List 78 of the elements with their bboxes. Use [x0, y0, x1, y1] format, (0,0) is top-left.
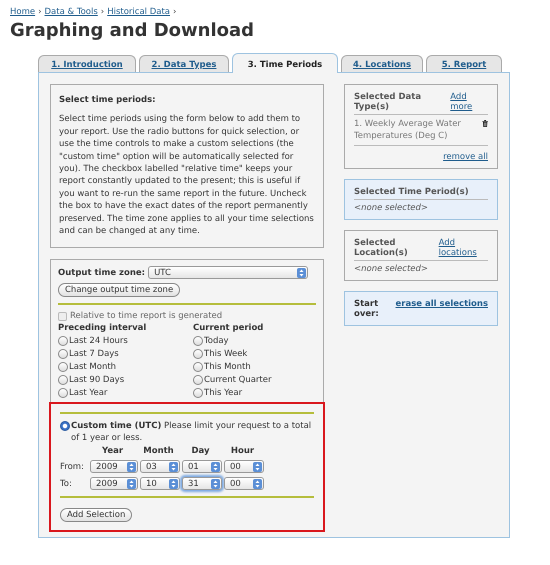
column-heading: Preceding interval — [58, 323, 148, 334]
radio-label: This Month — [204, 362, 251, 372]
select-field[interactable]: 10 — [140, 477, 180, 490]
radio-label: Last Year — [69, 388, 108, 398]
column-heading: Year — [100, 446, 124, 456]
column-heading: Current period — [193, 323, 264, 334]
section-heading: Select time periods: — [59, 94, 157, 106]
tab[interactable]: 5. Report — [426, 55, 502, 72]
radio-button[interactable] — [193, 336, 203, 346]
radio-label: This Week — [204, 349, 248, 360]
radio-label: Last 7 Days — [69, 349, 119, 360]
stepper-icon — [127, 478, 136, 489]
select-field[interactable]: 2009 — [90, 460, 138, 474]
breadcrumb-link[interactable]: Historical Data — [107, 6, 170, 18]
radio-label: Today — [204, 336, 229, 346]
breadcrumb-link[interactable]: Data & Tools — [44, 6, 98, 18]
panel-link[interactable]: Add more — [450, 92, 488, 112]
radio-button[interactable] — [193, 375, 203, 386]
radio-label: Current Quarter — [204, 375, 272, 386]
row-label: To: — [60, 478, 73, 489]
radio-button[interactable] — [193, 388, 203, 398]
column-heading: Month — [142, 446, 175, 456]
checkbox-label: Relative to time report is generated — [70, 311, 222, 322]
panel-title: Start over: — [354, 299, 380, 319]
stepper-icon — [297, 268, 306, 278]
stepper-icon — [211, 462, 220, 472]
radio-button[interactable] — [58, 349, 68, 360]
select-field[interactable]: 31 — [182, 477, 222, 490]
select-field[interactable]: 01 — [182, 460, 222, 474]
custom-time-text: Custom time (UTC) Please limit your request to a total of 1 year or less. — [71, 420, 312, 444]
panel-title: Selected Time Period(s) — [354, 187, 469, 197]
change-timezone-button[interactable]: Change output time zone — [58, 283, 180, 298]
tab[interactable]: 4. Locations — [341, 55, 423, 72]
breadcrumb-separator: › — [173, 6, 176, 18]
radio-button[interactable] — [58, 362, 68, 372]
radio-label: Last 90 Days — [69, 375, 124, 386]
tab[interactable]: 2. Data Types — [139, 55, 229, 72]
empty-note: <none selected> — [354, 203, 430, 213]
radio-button[interactable] — [58, 336, 68, 346]
column-heading: Hour — [230, 446, 256, 456]
panel-link[interactable]: Add locations — [438, 238, 488, 258]
field-label: Output time zone: — [58, 268, 146, 278]
radio-button[interactable] — [58, 375, 68, 386]
select-field[interactable]: 00 — [224, 460, 264, 474]
column-heading: Day — [190, 446, 211, 456]
select-field[interactable]: 00 — [224, 477, 264, 490]
empty-note: <none selected> — [354, 264, 430, 274]
select-field[interactable]: 2009 — [90, 477, 138, 490]
breadcrumb-link[interactable]: Home — [10, 6, 36, 18]
add-selection-button[interactable]: Add Selection — [60, 508, 132, 522]
radio-label: This Year — [204, 388, 242, 398]
stepper-icon — [211, 478, 220, 489]
instructions-text: Select time periods using the form below to add them to your report. Use the radio buttons for quick selection, or use the time controls to make a custom selections (the "custom time" option will be automatically selected for you). The checkbox labelled "relative time" keeps your report constantly updated to the present; this is useful if you want to re-run the same report in the future. Uncheck the box to have the exact dates of the report permanently preserved. The time zone applies to all your time selections and can be changed at any time. — [59, 113, 315, 238]
remove-all-link[interactable]: remove all — [443, 152, 488, 162]
list-item: 1. Weekly Average Water Temperatures (Deg C) — [354, 118, 462, 142]
page-title: Graphing and Download — [10, 20, 256, 41]
select-field[interactable]: UTC — [148, 266, 308, 280]
breadcrumb-separator: › — [100, 6, 104, 18]
breadcrumb-separator: › — [38, 6, 42, 18]
radio-button[interactable] — [193, 362, 203, 372]
trash-icon[interactable] — [482, 118, 488, 129]
stepper-icon — [169, 462, 178, 472]
stepper-icon — [253, 478, 262, 489]
panel-title: Selected Data Type(s) — [354, 92, 422, 112]
radio-button[interactable] — [60, 421, 70, 432]
tab[interactable]: 3. Time Periods — [232, 53, 338, 73]
stepper-icon — [253, 462, 262, 472]
radio-label: Last 24 Hours — [69, 336, 128, 346]
panel-title: Selected Location(s) — [354, 238, 409, 258]
panel-link[interactable]: erase all selections — [396, 299, 488, 319]
radio-button[interactable] — [193, 349, 203, 360]
stepper-icon — [169, 478, 178, 489]
select-field[interactable]: 03 — [140, 460, 180, 474]
tab[interactable]: 1. Introduction — [38, 55, 136, 72]
radio-button[interactable] — [58, 388, 68, 398]
radio-label: Last Month — [69, 362, 116, 372]
row-label: From: — [60, 462, 85, 472]
stepper-icon — [127, 462, 136, 472]
